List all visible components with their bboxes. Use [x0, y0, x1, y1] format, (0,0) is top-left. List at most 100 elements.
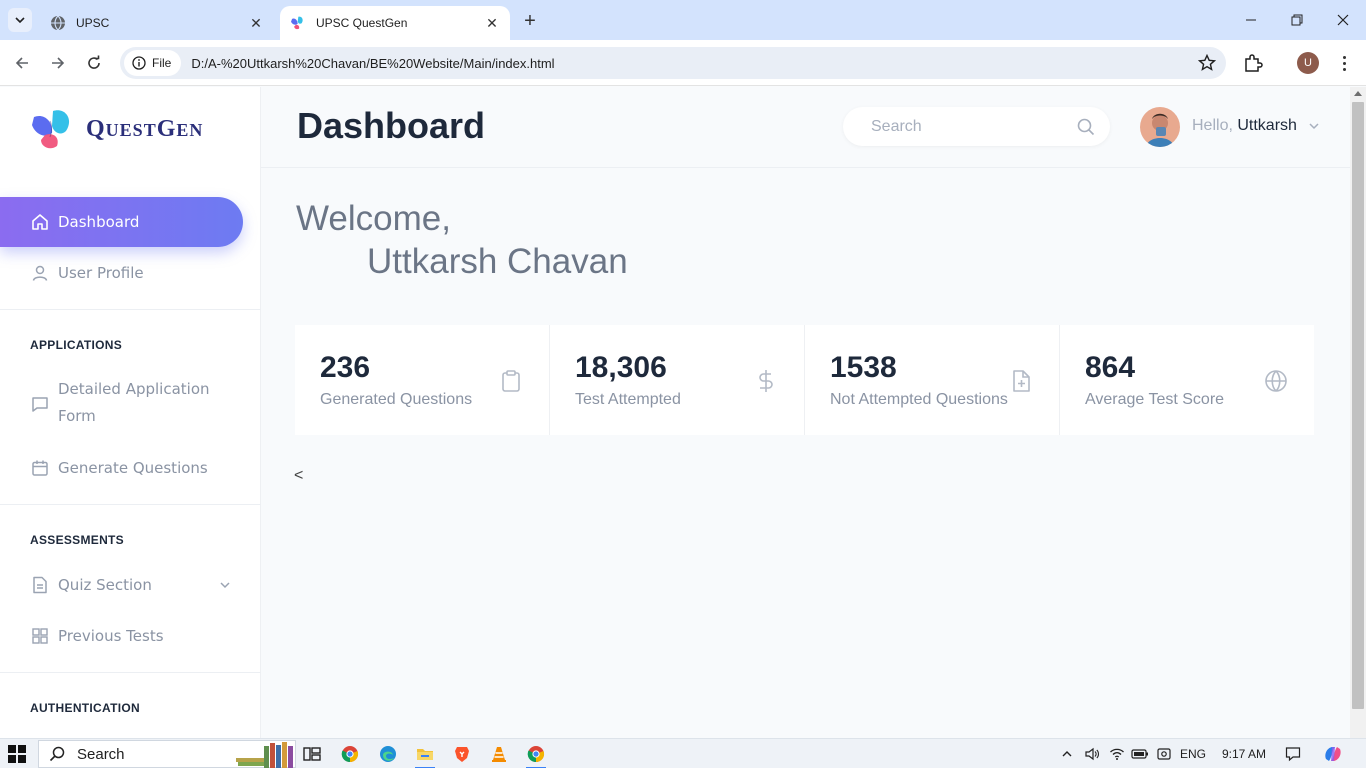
- browser-tab-questgen[interactable]: UPSC QuestGen ✕: [280, 6, 510, 40]
- sidebar-item-generate-questions[interactable]: Generate Questions: [0, 443, 243, 493]
- windows-start-icon[interactable]: [8, 745, 26, 763]
- globe-favicon-icon: [50, 15, 66, 31]
- logo-text: QUESTGEN: [86, 116, 203, 143]
- stat-label: Generated Questions: [320, 391, 473, 408]
- stat-card-average-test-score: 864 Average Test Score: [1060, 325, 1314, 435]
- section-title-applications: APPLICATIONS: [30, 338, 123, 352]
- sidebar-item-label: Generate Questions: [58, 459, 208, 477]
- wifi-icon[interactable]: [1108, 745, 1126, 763]
- chrome-app-active-icon[interactable]: [524, 742, 548, 768]
- questgen-logo[interactable]: QUESTGEN: [30, 107, 203, 151]
- taskbar-search-label: Search: [77, 745, 125, 763]
- sidebar-divider: [0, 504, 261, 505]
- vlc-app-icon[interactable]: [487, 742, 511, 766]
- page-scrollbar[interactable]: [1350, 87, 1366, 738]
- reload-icon: [88, 55, 100, 69]
- minimize-window-button[interactable]: [1228, 0, 1274, 40]
- arrow-right-icon: [52, 57, 65, 69]
- close-tab-icon[interactable]: ✕: [484, 15, 500, 31]
- sidebar-item-quiz-section[interactable]: Quiz Section: [0, 560, 243, 610]
- taskbar: Search ENG 9:17 AM: [0, 738, 1366, 768]
- sidebar-item-label: Previous Tests: [58, 627, 164, 645]
- notifications-icon[interactable]: [1283, 745, 1303, 763]
- stat-card-not-attempted-questions: 1538 Not Attempted Questions: [805, 325, 1059, 435]
- user-name: Uttkarsh: [1237, 117, 1297, 134]
- scrollbar-thumb[interactable]: [1352, 102, 1364, 709]
- section-title-authentication: AUTHENTICATION: [30, 701, 140, 715]
- bookmark-star-icon[interactable]: [1198, 54, 1216, 72]
- tab-search-button[interactable]: [8, 8, 32, 32]
- page-title: Dashboard: [297, 105, 486, 146]
- reload-button[interactable]: [82, 51, 106, 75]
- new-tab-button[interactable]: +: [519, 10, 541, 32]
- stats-row: 236 Generated Questions 18,306 Test Atte…: [295, 325, 1314, 435]
- input-language[interactable]: ENG: [1179, 745, 1207, 763]
- main-content: Dashboard Hello, Uttkarsh Welcome, Uttka…: [261, 87, 1350, 738]
- search-box: [843, 107, 1110, 146]
- grid-icon: [30, 626, 50, 646]
- user-greeting[interactable]: Hello, Uttkarsh: [1192, 117, 1297, 135]
- welcome-heading: Welcome,: [296, 199, 451, 238]
- edge-app-icon[interactable]: [376, 742, 400, 766]
- sidebar-item-previous-tests[interactable]: Previous Tests: [0, 611, 243, 661]
- browser-profile-avatar[interactable]: U: [1297, 52, 1319, 74]
- section-title-assessments: ASSESSMENTS: [30, 533, 124, 547]
- message-square-icon: [30, 394, 50, 414]
- battery-icon[interactable]: [1131, 745, 1149, 763]
- books-widget-icon[interactable]: [236, 740, 294, 768]
- stat-label: Average Test Score: [1085, 391, 1225, 408]
- scroll-up-arrow-icon[interactable]: [1354, 91, 1362, 96]
- restore-window-button[interactable]: [1274, 0, 1320, 40]
- extensions-puzzle-icon[interactable]: [1242, 52, 1264, 74]
- chevron-down-icon: [15, 17, 25, 24]
- site-info-chip[interactable]: File: [124, 50, 182, 76]
- sidebar-item-label: Dashboard: [58, 213, 140, 231]
- minimize-icon: [1246, 19, 1256, 21]
- back-button[interactable]: [10, 51, 34, 75]
- top-header: Dashboard Hello, Uttkarsh: [261, 87, 1350, 168]
- brave-app-icon[interactable]: [450, 742, 474, 766]
- search-icon: [49, 746, 65, 762]
- sidebar-item-user-profile[interactable]: User Profile: [0, 248, 243, 298]
- address-bar[interactable]: File D:/A-%20Uttkarsh%20Chavan/BE%20Webs…: [120, 47, 1226, 79]
- browser-menu-button[interactable]: [1334, 52, 1354, 74]
- sidebar-divider: [0, 309, 261, 310]
- dollar-icon: [759, 370, 773, 392]
- speaker-icon[interactable]: [1083, 745, 1101, 763]
- site-chip-label: File: [152, 56, 172, 70]
- carousel-prev-button[interactable]: <: [294, 467, 303, 485]
- close-tab-icon[interactable]: ✕: [248, 15, 264, 31]
- welcome-user-name: Uttkarsh Chavan: [367, 242, 628, 281]
- sidebar-item-detailed-application-form[interactable]: Detailed Application Form: [0, 376, 243, 436]
- chevron-down-icon[interactable]: [218, 578, 232, 592]
- questgen-favicon-icon: [290, 15, 306, 31]
- stat-card-test-attempted: 18,306 Test Attempted: [550, 325, 804, 435]
- sidebar: QUESTGEN Dashboard User Profile APPLICAT…: [0, 87, 261, 738]
- close-window-button[interactable]: [1320, 0, 1366, 40]
- arrow-left-icon: [15, 57, 28, 69]
- user-icon: [30, 263, 50, 283]
- stat-value: 864: [1085, 351, 1136, 384]
- stat-value: 1538: [830, 351, 897, 384]
- search-input[interactable]: [871, 115, 1061, 139]
- avatar[interactable]: [1140, 107, 1180, 147]
- sidebar-divider: [0, 672, 261, 673]
- sidebar-item-label: User Profile: [58, 264, 144, 282]
- camera-privacy-icon[interactable]: [1155, 745, 1173, 763]
- search-icon[interactable]: [1076, 117, 1096, 137]
- browser-tab-upsc[interactable]: UPSC ✕: [40, 6, 274, 40]
- file-explorer-app-icon[interactable]: [413, 742, 437, 768]
- clock-time[interactable]: 9:17 AM: [1216, 745, 1272, 763]
- forward-button[interactable]: [46, 51, 70, 75]
- chrome-app-icon[interactable]: [338, 742, 362, 766]
- copilot-icon[interactable]: [1322, 745, 1344, 763]
- stat-label: Test Attempted: [575, 391, 681, 408]
- url-text[interactable]: D:/A-%20Uttkarsh%20Chavan/BE%20Website/M…: [191, 56, 554, 71]
- tab-title: UPSC QuestGen: [316, 16, 408, 30]
- greeting-text: Hello,: [1192, 117, 1233, 134]
- sidebar-item-dashboard[interactable]: Dashboard: [0, 197, 243, 247]
- tab-title: UPSC: [76, 16, 110, 30]
- tray-overflow-chevron-icon[interactable]: [1059, 745, 1075, 763]
- task-view-icon[interactable]: [300, 742, 324, 766]
- chevron-down-icon[interactable]: [1307, 119, 1321, 133]
